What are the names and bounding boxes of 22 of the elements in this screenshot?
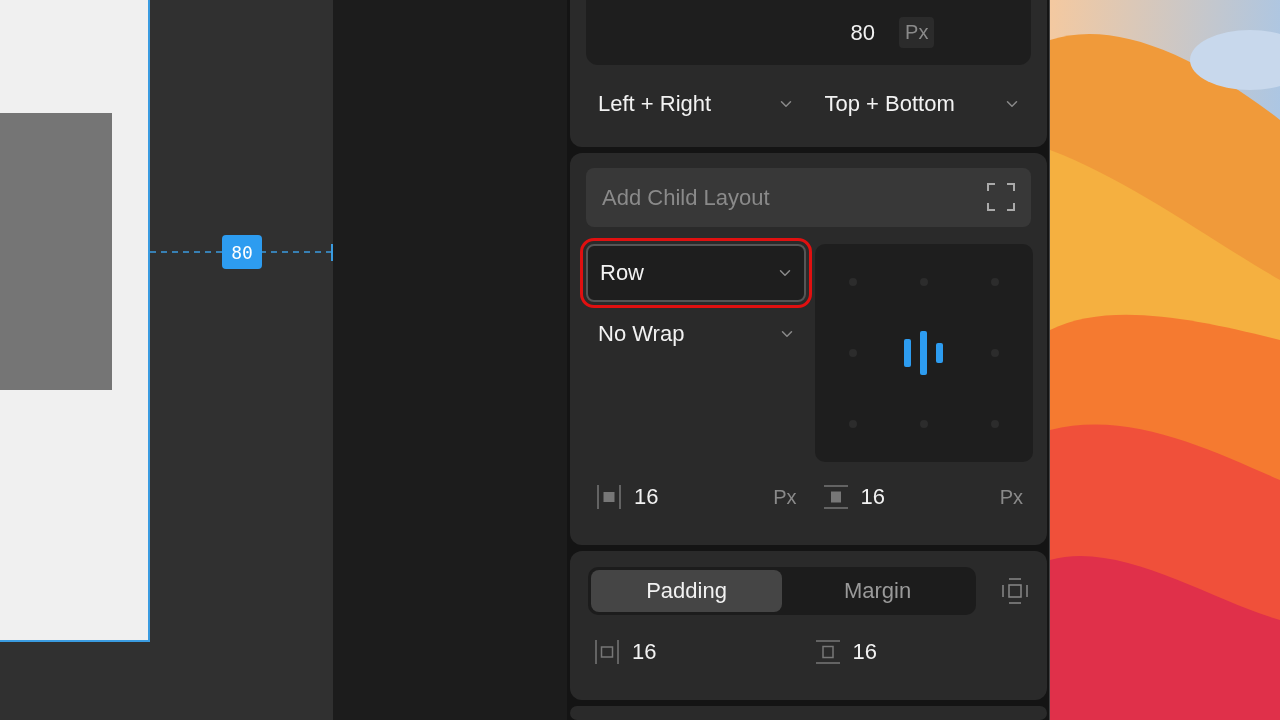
gap-value[interactable]: 16 [860, 484, 885, 510]
wrap-dropdown[interactable]: No Wrap [586, 310, 806, 358]
distance-label: 80 [222, 235, 262, 269]
constraint-dropdown[interactable]: Top + Bottom [812, 80, 1031, 128]
add-child-layout-field[interactable]: Add Child Layout [586, 168, 1031, 227]
unit-label: Px [773, 485, 798, 509]
value-text: 80 [850, 19, 876, 46]
unit-label: Px [899, 17, 935, 48]
spacing-tab[interactable]: Margin [782, 570, 973, 612]
spacing-tab[interactable]: Padding [591, 570, 782, 612]
padding-value[interactable]: 16 [852, 639, 877, 665]
value-field[interactable]: 80 Px [586, 0, 1031, 65]
unit-label: Px [999, 485, 1024, 509]
horizontal-gap-icon [596, 484, 622, 510]
horizontal-gap-icon [594, 639, 620, 665]
focus-frame-icon[interactable] [987, 183, 1015, 211]
padding-value[interactable]: 16 [632, 639, 657, 665]
gap-value[interactable]: 16 [634, 484, 659, 510]
individual-sides-icon[interactable] [1001, 577, 1029, 605]
constraint-dropdown[interactable]: Left + Right [586, 80, 805, 128]
vertical-gap-icon [822, 484, 849, 510]
vertical-gap-icon [814, 639, 841, 665]
